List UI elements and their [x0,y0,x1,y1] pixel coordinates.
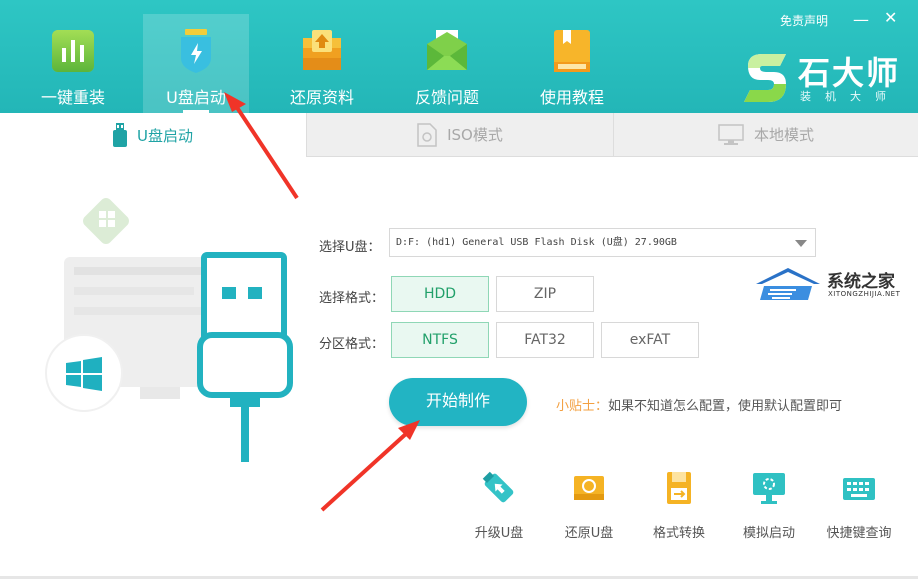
watermark-sub: XITONGZHIJIA.NET [828,290,901,298]
tab-label: ISO模式 [447,126,503,144]
watermark-text: 系统之家 [827,272,895,292]
watermark: 系统之家 XITONGZHIJIA.NET [752,264,912,304]
mode-tabs: U盘启动 ISO模式 本地模式 [0,113,918,157]
tool-hotkey-lookup[interactable]: 快捷键查询 [819,470,899,541]
tab-iso-mode[interactable]: ISO模式 [306,113,613,157]
tab-local-mode[interactable]: 本地模式 [613,113,918,157]
nav-usb-boot[interactable]: U盘启动 [143,14,249,113]
usb-restore-icon [574,476,604,500]
partition-option-exfat[interactable]: exFAT [601,322,699,358]
close-button[interactable]: ✕ [884,8,897,27]
brand-logo: 石大师 装机大师 [740,48,910,108]
format-option-hdd[interactable]: HDD [391,276,489,312]
mail-icon [427,30,467,70]
usb-device-value: D:F: (hd1) General USB Flash Disk (U盘) 2… [396,237,677,248]
partition-option-ntfs[interactable]: NTFS [391,322,489,358]
nav-label: 使用教程 [539,88,604,107]
monitor-icon [718,123,744,145]
usb-shield-icon [181,29,211,73]
brand-subtitle: 装机大师 [800,90,900,103]
keyboard-icon [843,478,875,500]
tool-restore-usb[interactable]: 还原U盘 [549,470,629,541]
tab-label: 本地模式 [753,126,814,144]
chevron-down-icon [795,240,807,247]
tool-upgrade-usb[interactable]: 升级U盘 [459,470,539,541]
nav-label: 反馈问题 [414,88,479,107]
book-icon [554,30,590,72]
select-usb-label: 选择U盘： [319,240,381,255]
usb-illustration [45,198,293,462]
usb-device-select[interactable]: D:F: (hd1) General USB Flash Disk (U盘) 2… [389,228,816,257]
format-option-zip[interactable]: ZIP [496,276,594,312]
nav-one-click-reinstall[interactable]: 一键重装 [20,14,126,113]
nav-label: U盘启动 [166,88,226,107]
partition-label: 分区格式： [319,337,385,352]
start-button[interactable]: 开始制作 [389,378,527,426]
disclaimer-link[interactable]: 免责声明 [780,12,828,29]
usb-plug-illustration [197,252,293,462]
usb-upgrade-icon [482,471,514,503]
tool-label: 模拟启动 [742,526,795,541]
arrow-to-start-button [320,420,420,512]
nav-restore-data[interactable]: 还原资料 [269,14,375,113]
nav-tutorial[interactable]: 使用教程 [519,14,625,113]
tool-label: 还原U盘 [564,526,614,541]
tool-simulate-boot[interactable]: 模拟启动 [729,470,809,541]
restore-box-icon [303,30,341,70]
header-bar: 一键重装 U盘启动 还原资料 反馈问题 使用教程 免责声明 — ✕ 石大师 装机… [0,0,918,113]
tab-label: U盘启动 [137,126,193,145]
nav-feedback[interactable]: 反馈问题 [394,14,500,113]
tool-label: 升级U盘 [474,526,524,541]
nav-label: 还原资料 [289,88,354,107]
partition-option-fat32[interactable]: FAT32 [496,322,594,358]
tip-body: 如果不知道怎么配置，使用默认配置即可 [608,399,843,414]
brand-logo-icon [744,54,786,102]
tip-key: 小贴士： [556,399,609,414]
tool-format-convert[interactable]: 格式转换 [639,470,719,541]
minimize-button[interactable]: — [853,10,869,29]
tool-label: 格式转换 [652,526,705,541]
chart-bars-icon [52,30,94,72]
format-convert-icon [667,472,691,504]
usb-drive-icon [113,123,127,147]
house-logo-icon [756,268,820,300]
nav-label: 一键重装 [40,88,105,107]
windows-diamond-icon [83,198,129,244]
tool-label: 快捷键查询 [826,526,892,541]
simulate-boot-icon [753,473,785,504]
tip-text: 小贴士：如果不知道怎么配置，使用默认配置即可 [556,395,842,414]
app-window: 一键重装 U盘启动 还原资料 反馈问题 使用教程 免责声明 — ✕ 石大师 装机… [0,0,918,579]
format-label: 选择格式： [319,291,385,306]
tab-usb-boot[interactable]: U盘启动 [0,113,306,157]
windows-logo-icon [45,334,123,412]
iso-file-icon [417,122,437,147]
